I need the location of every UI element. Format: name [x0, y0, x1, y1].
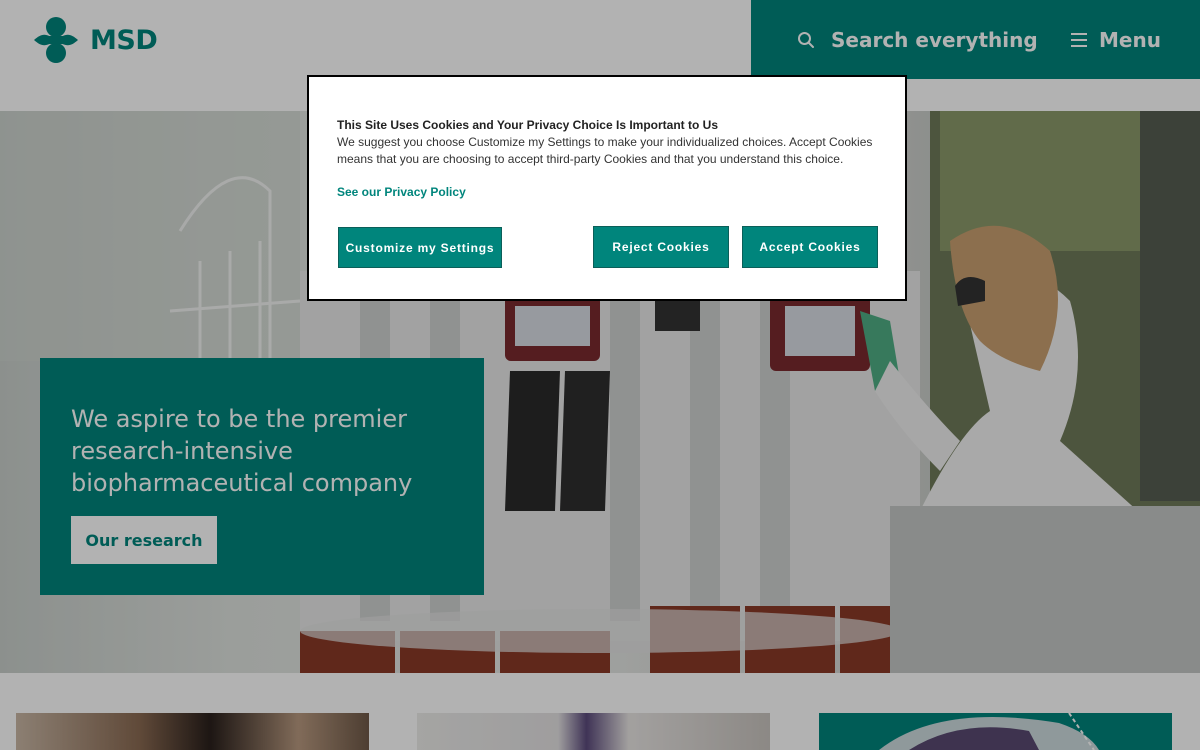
customize-settings-button[interactable]: Customize my Settings — [338, 227, 502, 268]
cookie-dialog-description: We suggest you choose Customize my Setti… — [337, 135, 873, 166]
privacy-policy-link[interactable]: See our Privacy Policy — [337, 185, 466, 199]
cookie-dialog-title: This Site Uses Cookies and Your Privacy … — [337, 118, 718, 132]
reject-cookies-button[interactable]: Reject Cookies — [593, 226, 729, 268]
accept-cookies-button[interactable]: Accept Cookies — [742, 226, 878, 268]
cookie-consent-dialog: This Site Uses Cookies and Your Privacy … — [307, 75, 907, 301]
